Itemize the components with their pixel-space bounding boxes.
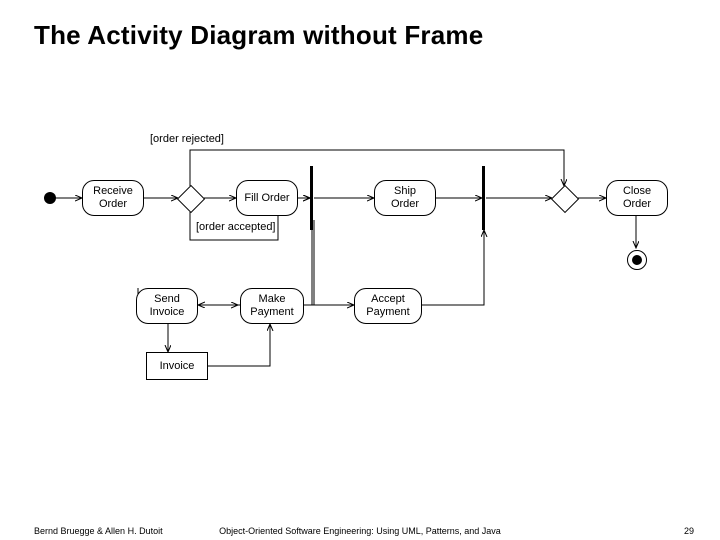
activity-accept-payment: Accept Payment [354,288,422,324]
page-title: The Activity Diagram without Frame [34,20,483,51]
guard-rejected: [order rejected] [150,134,224,146]
activity-label: Accept Payment [359,293,417,318]
guard-accepted: [order accepted] [196,222,276,234]
activity-send-invoice: Send Invoice [136,288,198,324]
slide: The Activity Diagram without Frame [0,0,720,540]
initial-node [44,192,56,204]
footer-right: 29 [684,526,694,536]
activity-label: Ship Order [379,185,431,210]
final-node [627,250,647,270]
activity-ship-order: Ship Order [374,180,436,216]
final-node-inner [632,255,642,265]
join-bar [482,166,485,230]
merge-node [551,185,579,213]
diagram-edges [38,130,682,395]
object-invoice: Invoice [146,352,208,380]
activity-diagram: Receive Order Fill Order Ship Order Clos… [38,130,682,395]
activity-label: Send Invoice [141,293,193,318]
object-label: Invoice [160,360,195,372]
fork-bar [310,166,313,230]
activity-receive-order: Receive Order [82,180,144,216]
footer-center: Object-Oriented Software Engineering: Us… [0,526,720,536]
activity-label: Close Order [611,185,663,210]
activity-label: Make Payment [245,293,299,318]
activity-close-order: Close Order [606,180,668,216]
activity-label: Fill Order [244,192,289,205]
activity-fill-order: Fill Order [236,180,298,216]
decision-node [177,185,205,213]
activity-label: Receive Order [87,185,139,210]
activity-make-payment: Make Payment [240,288,304,324]
